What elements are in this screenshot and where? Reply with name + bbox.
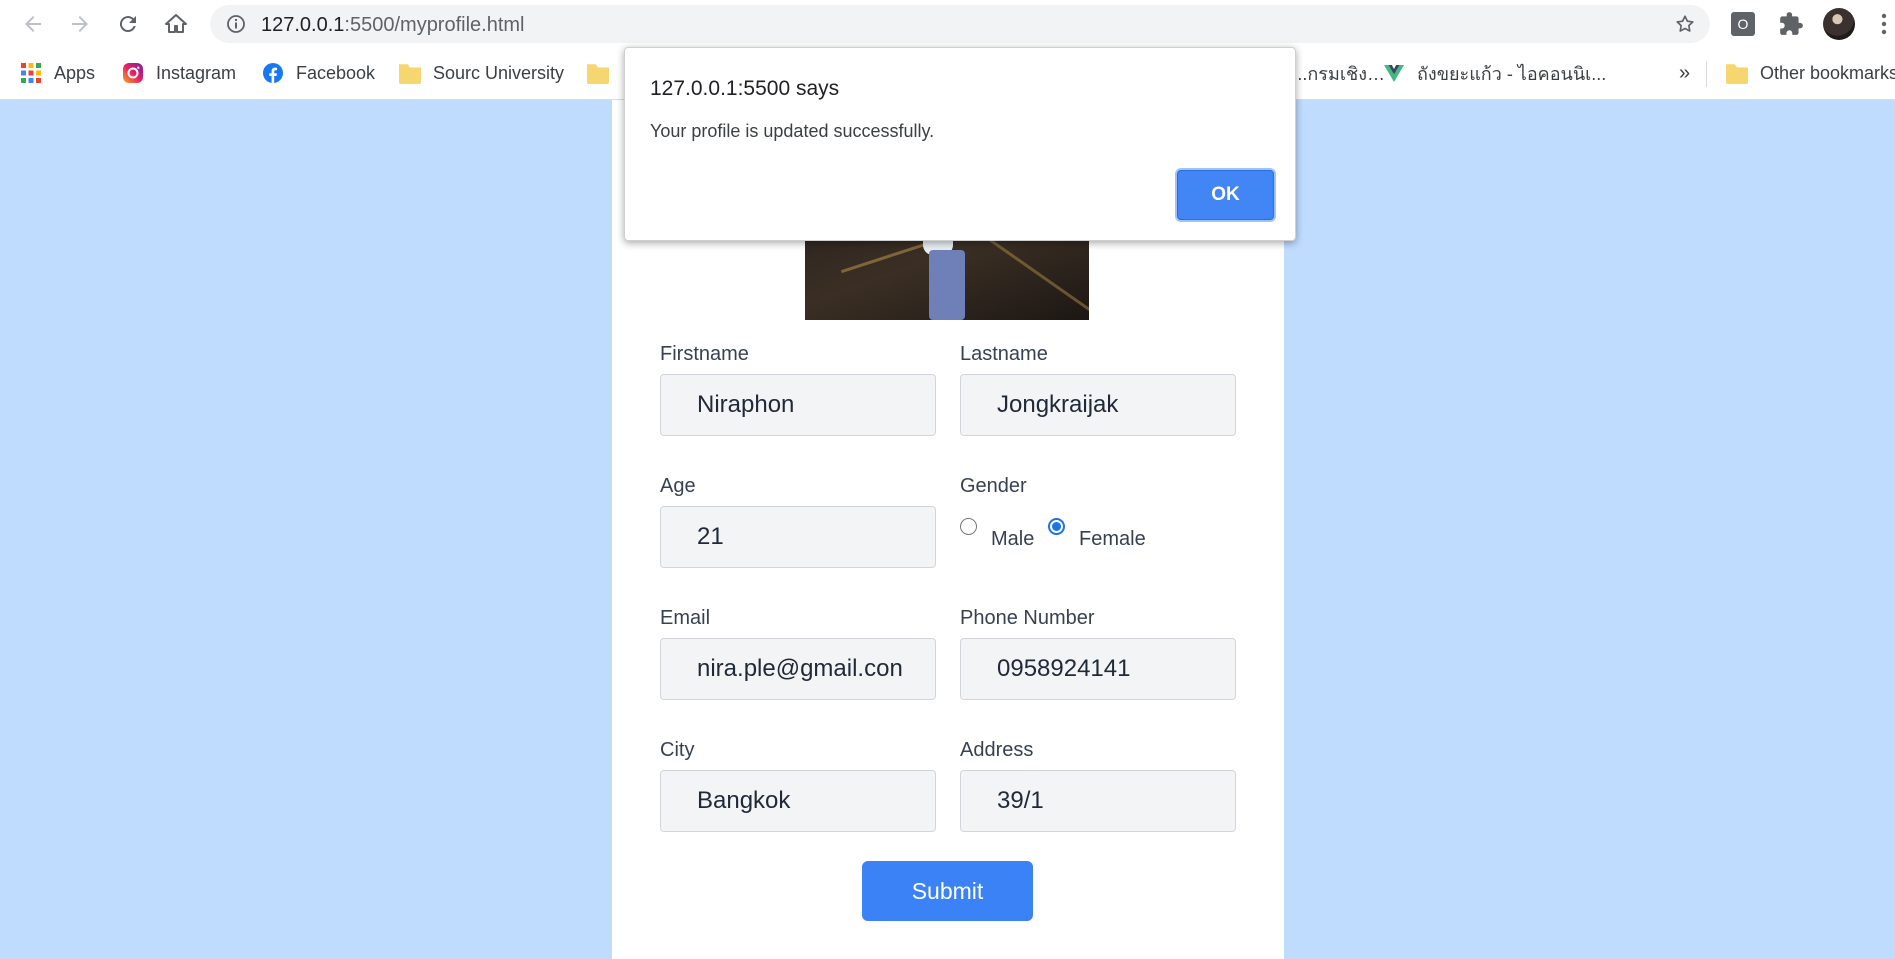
info-icon[interactable]: [226, 14, 246, 34]
folder-icon: [399, 64, 421, 84]
home-icon[interactable]: [160, 8, 192, 40]
address-input[interactable]: [960, 770, 1236, 832]
bookmark-apps[interactable]: Apps: [20, 60, 95, 86]
reload-icon[interactable]: [112, 8, 144, 40]
firstname-input[interactable]: [660, 374, 936, 436]
bookmark-other[interactable]: Other bookmarks: [1726, 60, 1895, 86]
bookmark-thai-folder[interactable]: …กรมเชิง...: [1290, 60, 1385, 86]
vue-icon: [1384, 65, 1404, 82]
city-input[interactable]: [660, 770, 936, 832]
age-label: Age: [660, 475, 696, 497]
lastname-input[interactable]: [960, 374, 1236, 436]
ok-button[interactable]: OK: [1177, 170, 1274, 220]
city-label: City: [660, 739, 695, 761]
bookmark-separator: [1706, 61, 1707, 87]
email-label: Email: [660, 607, 711, 629]
address-bar[interactable]: 127.0.0.1:5500/myprofile.html: [210, 5, 1710, 43]
gender-female-radio[interactable]: [1048, 518, 1065, 535]
more-menu-icon[interactable]: [1880, 12, 1888, 36]
address-label: Address: [960, 739, 1034, 761]
apps-grid-icon: [21, 63, 41, 83]
phone-input[interactable]: [960, 638, 1236, 700]
folder-icon: [587, 64, 609, 84]
facebook-icon: [263, 63, 283, 83]
bookmark-instagram[interactable]: Instagram: [122, 60, 236, 86]
bookmark-overflow[interactable]: »: [1679, 60, 1690, 86]
firstname-label: Firstname: [660, 343, 749, 365]
back-arrow-icon[interactable]: [17, 8, 49, 40]
bookmark-sourc-university[interactable]: Sourc University: [399, 60, 564, 86]
instagram-icon: [123, 63, 143, 83]
submit-button[interactable]: Submit: [862, 861, 1033, 921]
forward-arrow-icon[interactable]: [64, 8, 96, 40]
age-input[interactable]: [660, 506, 936, 568]
extension-o-icon[interactable]: O: [1731, 12, 1755, 36]
alert-dialog: 127.0.0.1:5500 says Your profile is upda…: [624, 47, 1296, 241]
dialog-title: 127.0.0.1:5500 says: [650, 77, 840, 100]
bookmark-star-icon[interactable]: [1674, 13, 1696, 35]
bookmark-facebook[interactable]: Facebook: [262, 60, 375, 86]
folder-icon: [1726, 64, 1748, 84]
gender-label: Gender: [960, 475, 1027, 497]
profile-avatar[interactable]: [1823, 8, 1855, 40]
lastname-label: Lastname: [960, 343, 1048, 365]
extensions-puzzle-icon[interactable]: [1778, 11, 1804, 37]
gender-male-radio[interactable]: [960, 518, 977, 535]
overflow-icon: »: [1679, 61, 1691, 84]
browser-toolbar: 127.0.0.1:5500/myprofile.html O: [0, 0, 1895, 48]
phone-label: Phone Number: [960, 607, 1095, 629]
gender-male-label: Male: [991, 528, 1035, 550]
url-text[interactable]: 127.0.0.1:5500/myprofile.html: [261, 14, 525, 37]
gender-female-label: Female: [1079, 528, 1146, 550]
email-input[interactable]: [660, 638, 936, 700]
bookmark-vue-icons[interactable]: ถังขยะแก้ว - ไอคอนนิเ...: [1383, 60, 1606, 86]
dialog-message: Your profile is updated successfully.: [650, 121, 935, 141]
bookmark-folder-hidden[interactable]: [587, 60, 621, 86]
